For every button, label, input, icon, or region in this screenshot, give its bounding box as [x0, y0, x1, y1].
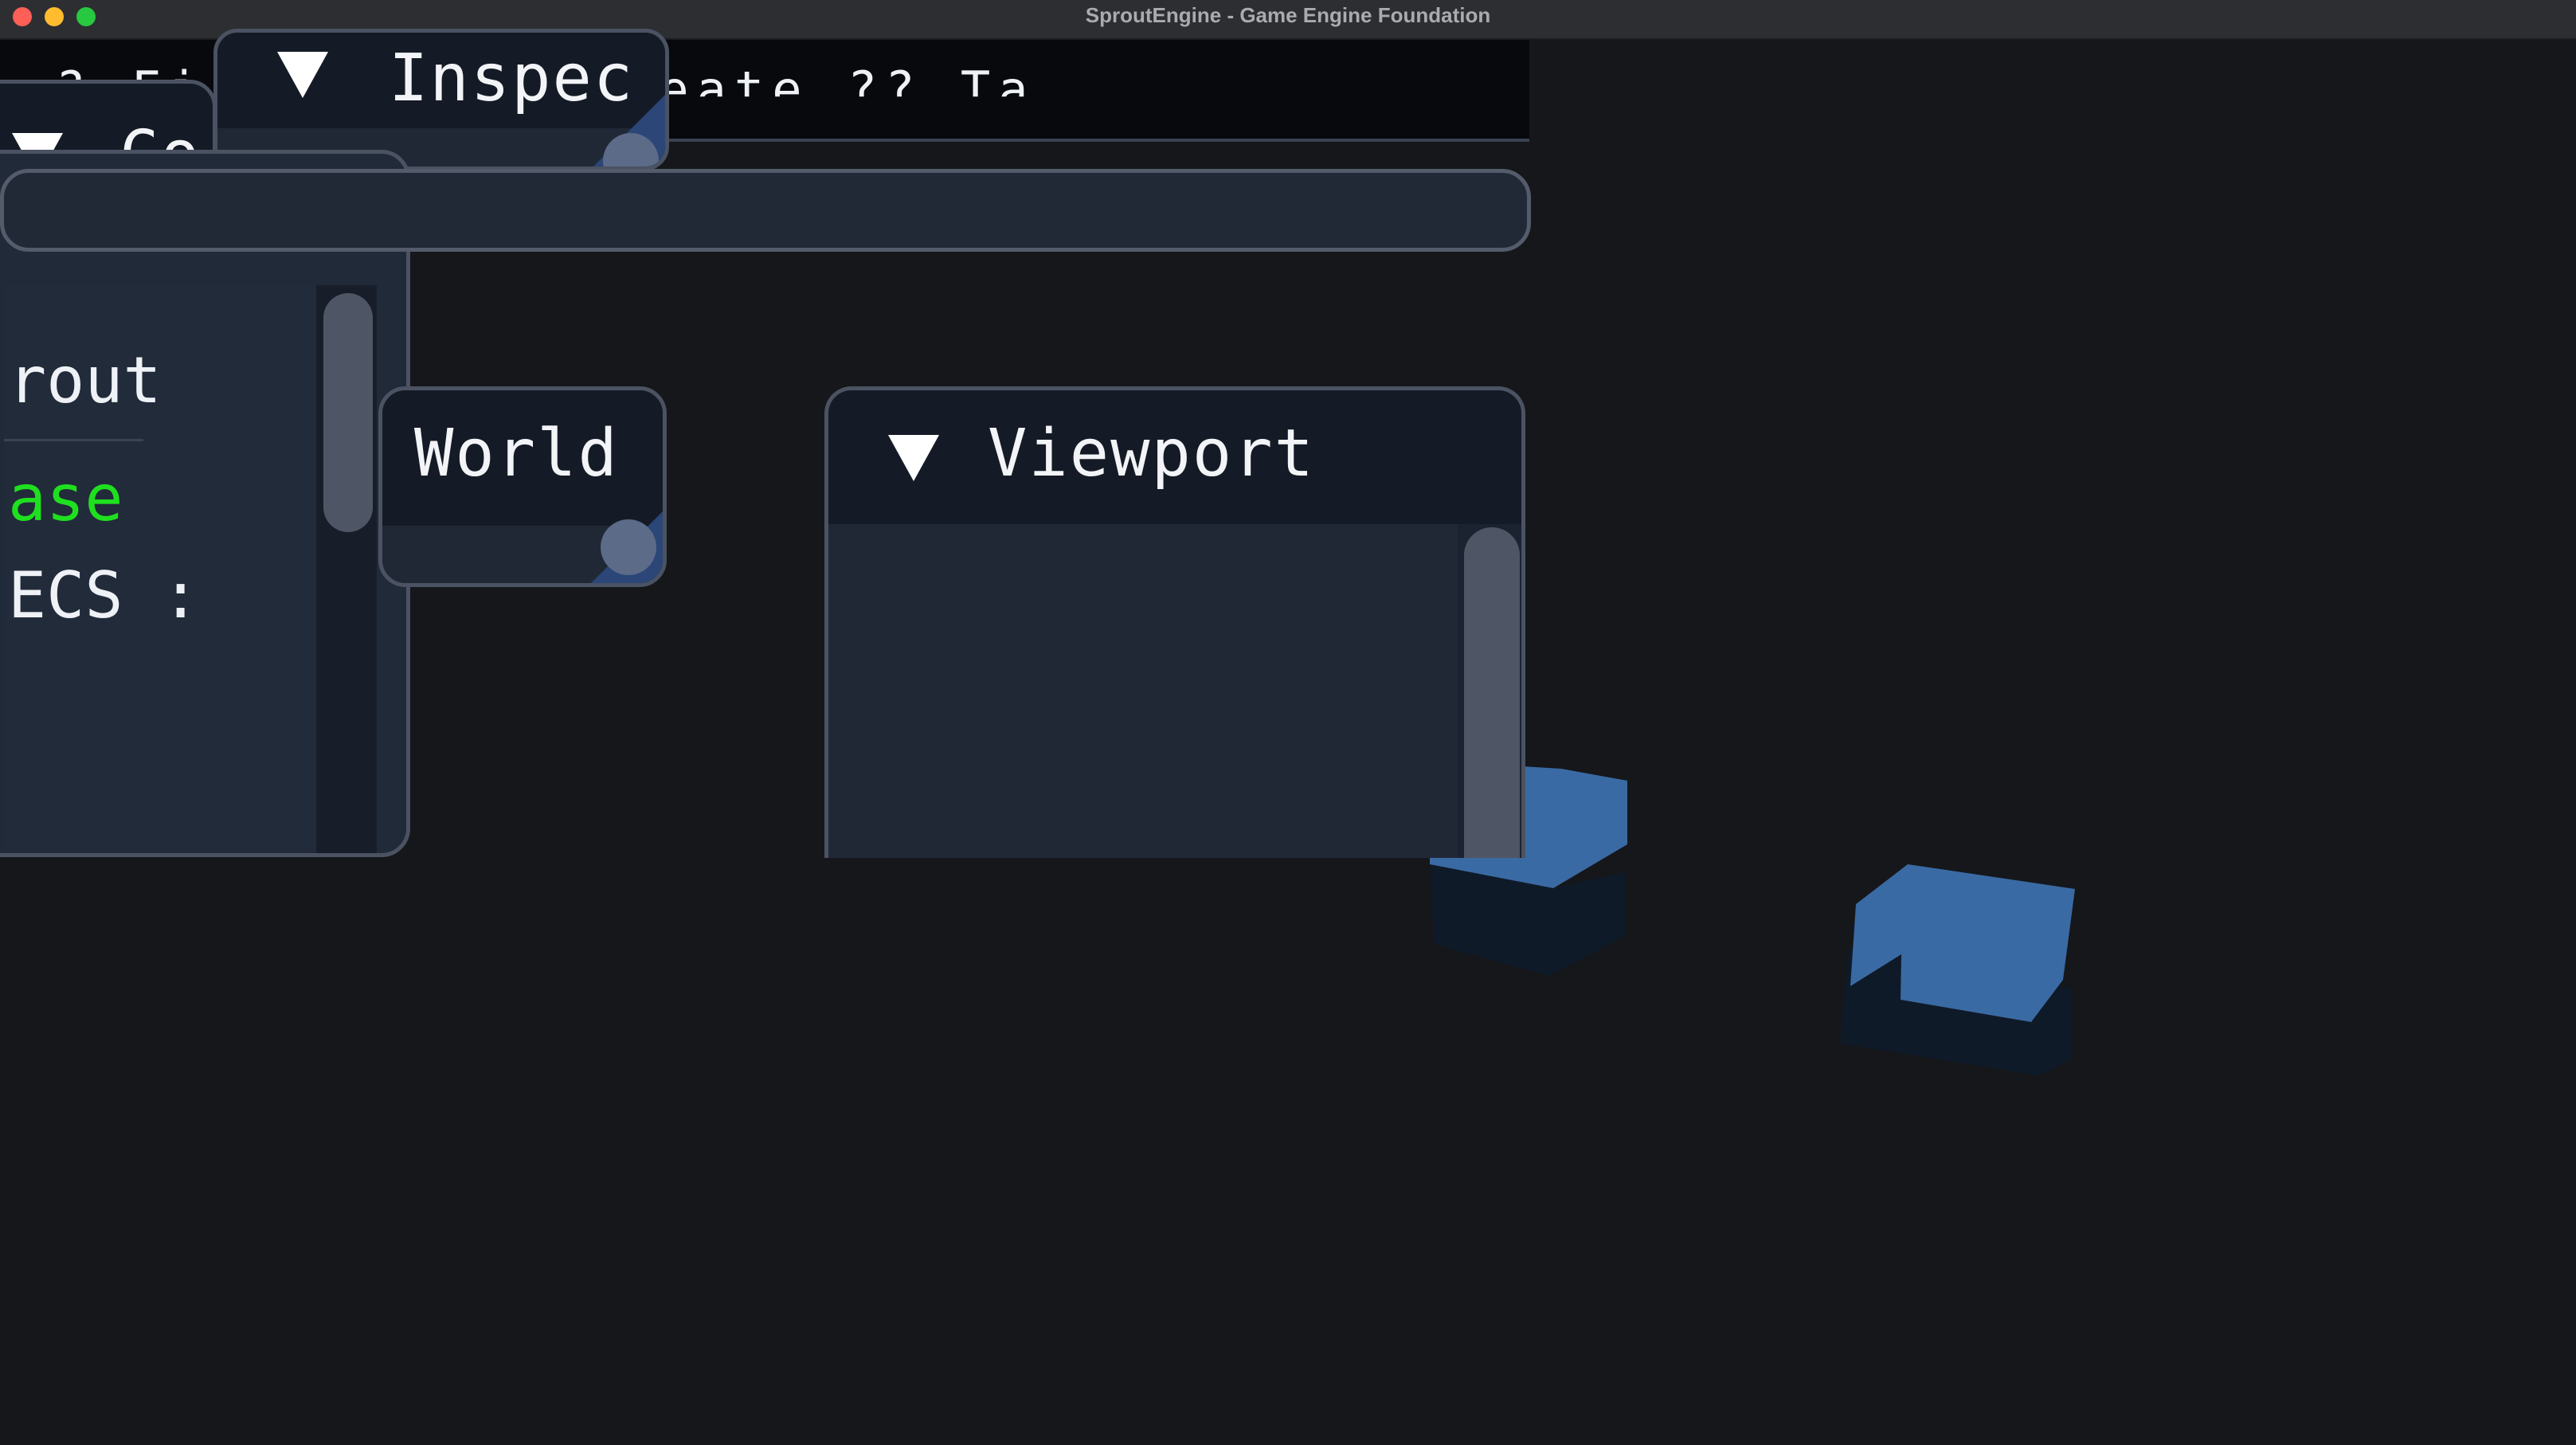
viewport-content-area[interactable] — [828, 524, 1458, 858]
viewport-scrollbar-thumb[interactable] — [1464, 527, 1520, 858]
world-panel-title: World — [414, 416, 619, 491]
hierarchy-scrollbar-thumb[interactable] — [323, 293, 373, 532]
collapse-triangle-icon[interactable] — [888, 435, 939, 481]
scene-cube-2[interactable] — [1840, 864, 2075, 1075]
list-item[interactable]: ase — [8, 461, 123, 535]
world-panel-header[interactable]: World — [382, 390, 663, 526]
list-item[interactable]: ECS : — [8, 558, 200, 632]
list-item[interactable]: rout — [8, 343, 162, 417]
window-title: SproutEngine - Game Engine Foundation — [1085, 3, 1491, 27]
viewport-panel-header[interactable]: Viewport — [828, 390, 1521, 524]
collapse-triangle-icon[interactable] — [277, 52, 328, 98]
viewport-panel-title: Viewport — [988, 416, 1315, 491]
hierarchy-panel[interactable]: rout ase ECS : — [0, 150, 410, 857]
toolbar-input-strip[interactable] — [0, 169, 1531, 252]
viewport-panel[interactable]: Viewport — [824, 386, 1525, 858]
world-panel[interactable]: World — [378, 386, 667, 587]
list-divider — [4, 439, 143, 441]
resize-grip-handle[interactable] — [601, 519, 656, 575]
